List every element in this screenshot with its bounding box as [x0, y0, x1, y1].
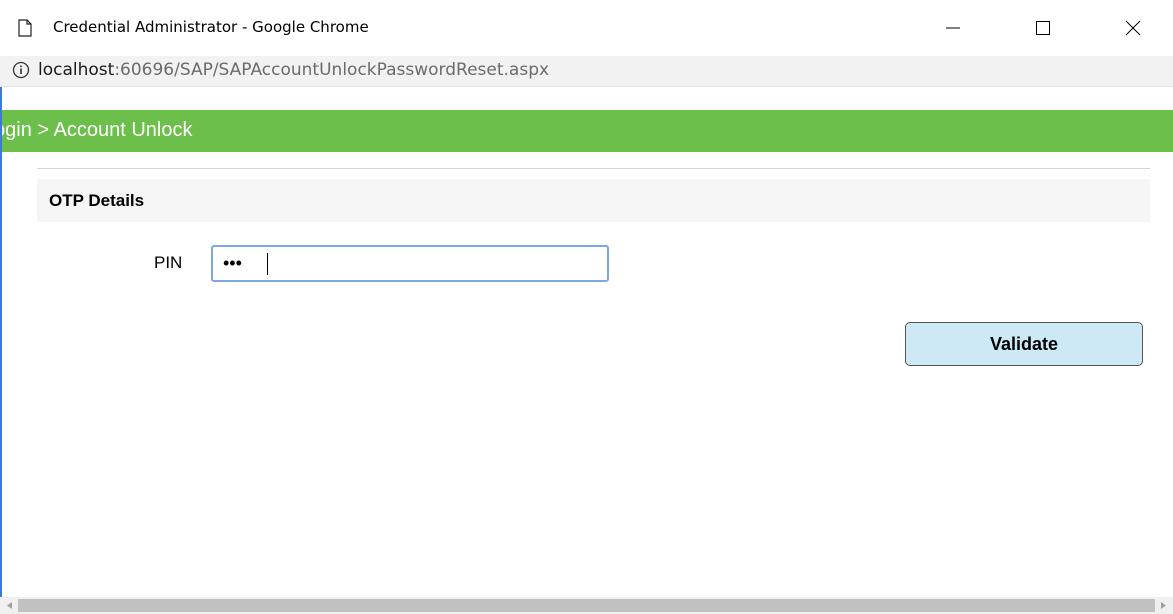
- pin-input[interactable]: •••: [211, 245, 609, 282]
- page-icon: [18, 19, 32, 37]
- breadcrumb: ogin > Account Unlock: [0, 119, 193, 141]
- scroll-left-arrow-icon[interactable]: [4, 600, 15, 611]
- title-bar: Credential Administrator - Google Chrome: [0, 0, 1173, 56]
- close-button[interactable]: [1110, 10, 1156, 46]
- validate-button[interactable]: Validate: [905, 322, 1143, 366]
- minimize-button[interactable]: [930, 10, 976, 46]
- close-icon: [1125, 20, 1141, 36]
- window-title: Credential Administrator - Google Chrome: [53, 18, 369, 36]
- pin-masked-value: •••: [223, 253, 242, 273]
- url-text[interactable]: localhost:60696/SAP/SAPAccountUnlockPass…: [38, 60, 549, 80]
- focus-edge: [0, 87, 2, 597]
- url-host: localhost: [38, 60, 115, 80]
- address-bar[interactable]: localhost:60696/SAP/SAPAccountUnlockPass…: [0, 56, 1173, 87]
- minimize-icon: [946, 27, 960, 29]
- info-icon[interactable]: [12, 61, 30, 79]
- scroll-right-arrow-icon[interactable]: [1158, 600, 1169, 611]
- browser-window: Credential Administrator - Google Chrome…: [0, 0, 1173, 614]
- text-caret: [267, 253, 268, 275]
- scrollbar-thumb[interactable]: [18, 599, 1155, 612]
- horizontal-scrollbar[interactable]: [0, 597, 1173, 614]
- section-header: OTP Details: [37, 179, 1150, 222]
- section-title: OTP Details: [49, 191, 145, 210]
- pin-label: PIN: [154, 253, 183, 272]
- maximize-button[interactable]: [1020, 10, 1066, 46]
- maximize-icon: [1036, 21, 1050, 35]
- url-path: :60696/SAP/SAPAccountUnlockPasswordReset…: [114, 60, 550, 80]
- page-content: ogin > Account Unlock OTP Details PIN ••…: [0, 87, 1173, 597]
- breadcrumb-bar: ogin > Account Unlock: [0, 110, 1173, 152]
- divider: [37, 168, 1150, 169]
